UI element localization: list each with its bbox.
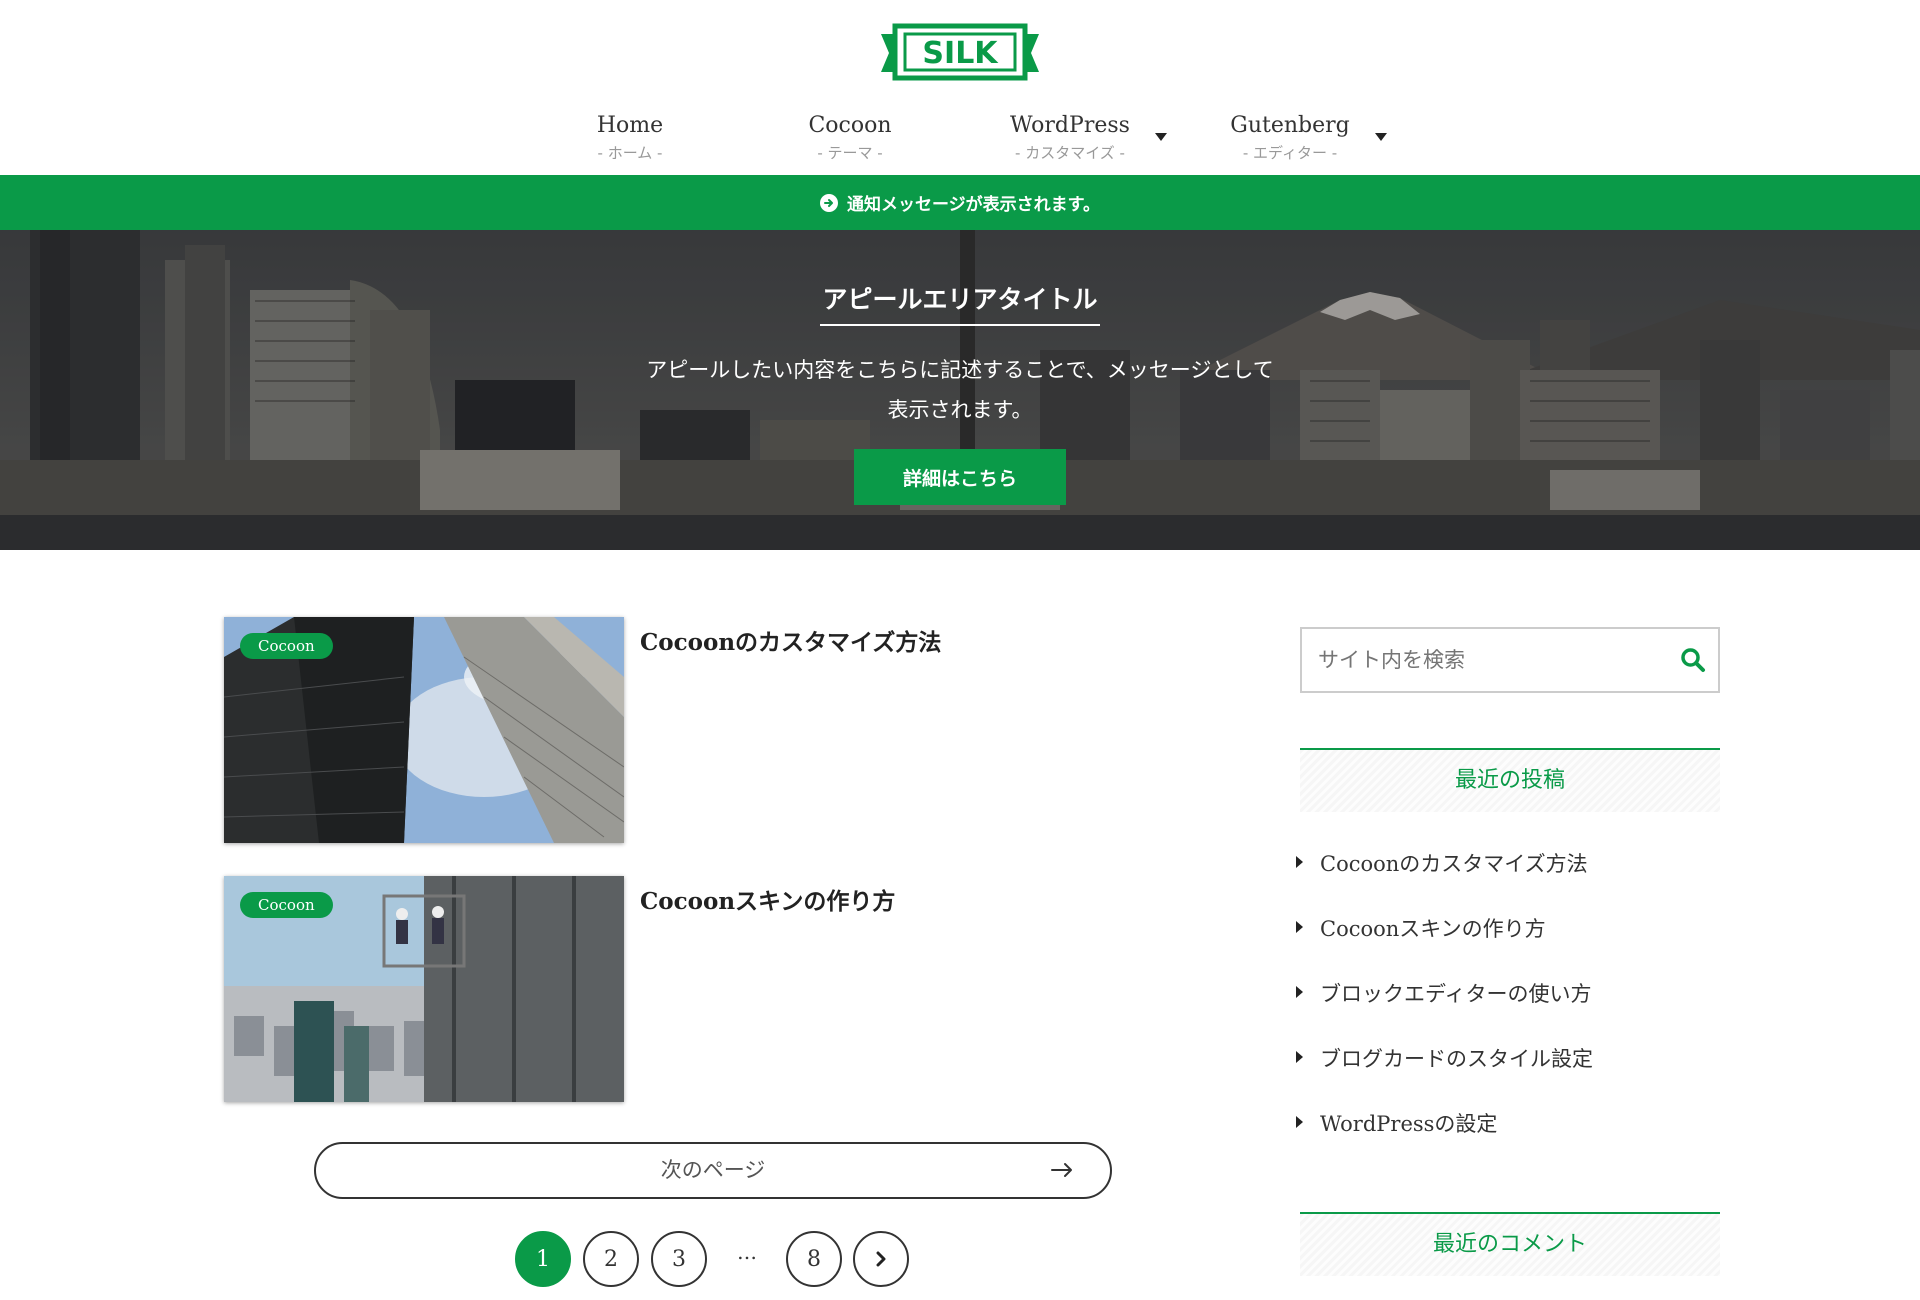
next-page-button[interactable]: 次のページ [314,1142,1112,1199]
page-number[interactable]: 2 [583,1231,639,1287]
next-page-label: 次のページ [660,1158,766,1182]
caret-down-icon[interactable] [1375,133,1387,141]
post-card[interactable]: Cocoon Cocoonスキンの作り方 [224,876,1224,1102]
recent-posts-list: Cocoonのカスタマイズ方法 Cocoonスキンの作り方 ブロックエディターの… [1296,848,1736,1173]
recent-post-title: WordPressの設定 [1320,1112,1498,1136]
recent-post-link[interactable]: WordPressの設定 [1296,1108,1736,1173]
chevron-right-icon [876,1251,886,1267]
post-thumbnail: Cocoon [224,617,624,843]
nav-item-sublabel: - ホーム - [597,144,663,162]
page-ellipsis: … [737,1240,757,1264]
appeal-details-button[interactable]: 詳細はこちら [854,449,1066,505]
nav-item-label: Cocoon [808,113,892,138]
caret-right-icon [1296,921,1303,933]
appeal-area: アピールエリアタイトル アピールしたい内容をこちらに記述することで、メッセージと… [0,230,1920,550]
post-title: Cocoonのカスタマイズ方法 [640,629,942,656]
site-header: SILK [0,0,1920,100]
sidebar-search [1300,627,1720,693]
nav-item-sublabel: - テーマ - [817,144,883,162]
caret-down-icon[interactable] [1155,133,1167,141]
caret-right-icon [1296,986,1303,998]
caret-right-icon [1296,1051,1303,1063]
svg-text:SILK: SILK [922,36,999,71]
recent-post-link[interactable]: Cocoonのカスタマイズ方法 [1296,848,1736,913]
silk-logo-icon: SILK [881,23,1039,81]
nav-item-sublabel: - エディター - [1242,144,1338,162]
arrow-circle-right-icon [820,193,839,212]
recent-post-link[interactable]: ブロックエディターの使い方 [1296,978,1736,1043]
nav-item-label: Home [596,113,664,138]
recent-post-title: ブログカードのスタイル設定 [1320,1047,1593,1071]
post-card[interactable]: Cocoon Cocoonのカスタマイズ方法 [224,617,1224,843]
caret-right-icon [1296,856,1303,868]
recent-post-title: ブロックエディターの使い方 [1320,982,1592,1006]
post-title: Cocoonスキンの作り方 [640,888,896,915]
nav-item-sublabel: - カスタマイズ - [1015,144,1125,162]
appeal-message: アピールしたい内容をこちらに記述することで、メッセージとして表示されます。 [646,358,1274,422]
post-thumbnail: Cocoon [224,876,624,1102]
search-icon [1681,648,1705,672]
recent-post-link[interactable]: Cocoonスキンの作り方 [1296,913,1736,978]
notice-bar[interactable]: 通知メッセージが表示されます。 [0,175,1920,230]
recent-post-title: Cocoonスキンの作り方 [1320,917,1546,941]
caret-right-icon [1296,1116,1303,1128]
nav-item-home[interactable]: Home - ホーム - [520,112,740,163]
notice-text: 通知メッセージが表示されます。 [847,195,1100,215]
nav-item-label: WordPress [1010,113,1130,138]
nav-item-label: Gutenberg [1230,113,1350,138]
category-badge: Cocoon [240,892,333,918]
nav-item-gutenberg[interactable]: Gutenberg - エディター - [1180,112,1400,163]
search-button[interactable] [1680,647,1706,677]
arrow-right-icon [1051,1163,1072,1177]
search-input[interactable] [1302,629,1662,691]
next-page-arrow-button[interactable] [853,1231,909,1287]
recent-posts-heading: 最近の投稿 [1300,748,1720,812]
page-number-current[interactable]: 1 [515,1231,571,1287]
site-logo[interactable]: SILK [875,12,1045,88]
recent-post-link[interactable]: ブログカードのスタイル設定 [1296,1043,1736,1108]
page-number[interactable]: 8 [786,1231,842,1287]
page-number[interactable]: 3 [651,1231,707,1287]
nav-item-wordpress[interactable]: WordPress - カスタマイズ - [960,112,1180,163]
global-nav: Home - ホーム - Cocoon - テーマ - WordPress - … [0,100,1920,175]
recent-comments-heading: 最近のコメント [1300,1212,1720,1276]
category-badge: Cocoon [240,633,333,659]
nav-item-cocoon[interactable]: Cocoon - テーマ - [740,112,960,163]
appeal-title: アピールエリアタイトル [0,280,1920,326]
recent-post-title: Cocoonのカスタマイズ方法 [1320,852,1588,876]
